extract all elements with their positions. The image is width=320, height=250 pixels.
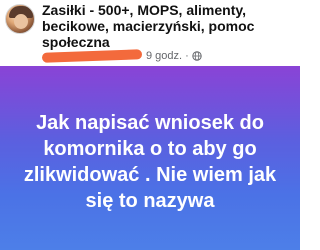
redacted-author-name xyxy=(41,49,143,63)
meta-separator: · xyxy=(185,50,189,62)
post-body-text: Jak napisać wniosek do komornika o to ab… xyxy=(23,112,277,212)
post-meta: 9 godz. · xyxy=(41,49,202,63)
group-name-link[interactable]: Zasiłki - 500+, MOPS, alimenty, becikowe… xyxy=(42,2,292,50)
group-avatar[interactable] xyxy=(5,4,35,34)
post-header: Zasiłki - 500+, MOPS, alimenty, becikowe… xyxy=(0,0,300,66)
post-time[interactable]: 9 godz. xyxy=(146,50,182,62)
globe-icon xyxy=(192,51,202,61)
post-background: Jak napisać wniosek do komornika o to ab… xyxy=(0,66,300,250)
